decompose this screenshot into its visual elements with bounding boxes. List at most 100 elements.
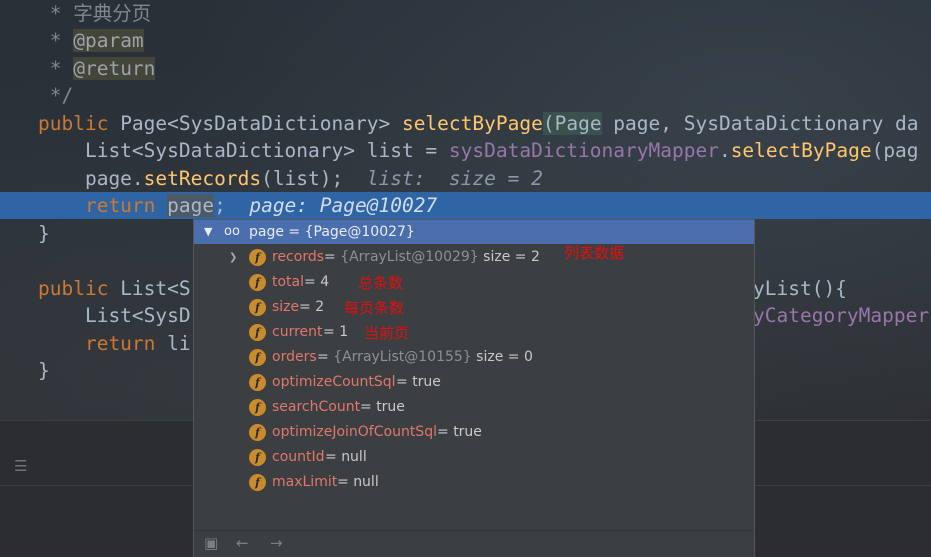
code-line: public Page<SysDataDictionary> selectByP… bbox=[0, 110, 931, 137]
code-text: li bbox=[167, 332, 191, 355]
value-text: 2 bbox=[315, 299, 325, 315]
field-row-maxLimit[interactable]: f maxLimit = null bbox=[194, 470, 754, 495]
equals-sign: = bbox=[325, 449, 342, 465]
format-icon[interactable]: ☰ bbox=[14, 457, 27, 475]
code-line: List<SysDataDictionary> list = sysDataDi… bbox=[0, 137, 931, 164]
method-signature: public Page<SysDataDictionary> selectByP… bbox=[38, 110, 919, 137]
comment-end: */ bbox=[38, 84, 74, 107]
popup-toolbar: ▣ ← → bbox=[194, 530, 754, 557]
field-ref: sysDataDictionaryMapper bbox=[448, 139, 719, 162]
code-text: page. bbox=[38, 167, 144, 190]
field-row-records[interactable]: ❯ f records = {ArrayList@10029} size = 2 bbox=[194, 245, 754, 270]
field-icon: f bbox=[249, 274, 266, 291]
field-icon: f bbox=[249, 374, 266, 391]
chevron-right-icon[interactable]: ❯ bbox=[229, 245, 237, 270]
closing-brace: } bbox=[38, 222, 50, 245]
value-text: null bbox=[341, 449, 367, 465]
field-name: orders bbox=[272, 349, 317, 365]
field-row-countId[interactable]: f countId = null bbox=[194, 445, 754, 470]
field-row-total[interactable]: f total = 4 bbox=[194, 270, 754, 295]
code-line: * 字典分页 bbox=[0, 0, 931, 27]
equals-sign: = bbox=[360, 399, 377, 415]
param-type: Page bbox=[554, 112, 602, 135]
field-name: optimizeCountSql bbox=[272, 374, 396, 390]
field-name: total bbox=[272, 274, 305, 290]
comment-prefix: * bbox=[38, 29, 74, 52]
field-icon: f bbox=[249, 449, 266, 466]
chevron-down-icon[interactable]: ▼ bbox=[204, 220, 212, 244]
code-line: * @return bbox=[0, 55, 931, 82]
annotation-current: 当前页 bbox=[364, 324, 410, 342]
closing-brace: } bbox=[38, 359, 50, 382]
field-name: countId bbox=[272, 449, 325, 465]
params: page, SysDataDictionary da bbox=[601, 112, 919, 135]
field-value: = true bbox=[396, 370, 441, 395]
code-text: yList(){ bbox=[753, 277, 847, 300]
field-value: = null bbox=[337, 470, 379, 495]
forward-arrow-icon[interactable]: → bbox=[270, 534, 283, 552]
equals-sign: = bbox=[324, 249, 341, 265]
method-call: selectByPage bbox=[730, 139, 872, 162]
field-value: = {ArrayList@10155} size = 0 bbox=[317, 345, 533, 370]
equals-sign: = bbox=[304, 274, 321, 290]
field-name: records bbox=[272, 249, 325, 265]
field-icon: f bbox=[249, 399, 266, 416]
method-call: setRecords bbox=[143, 167, 262, 190]
method-signature: public List<S bbox=[38, 275, 191, 302]
field-value: = 1 bbox=[323, 320, 348, 345]
field-value: = 2 bbox=[299, 295, 324, 320]
field-ref: yCategoryMapper. bbox=[753, 304, 931, 327]
field-row-searchCount[interactable]: f searchCount = true bbox=[194, 395, 754, 420]
equals-sign: = bbox=[299, 299, 316, 315]
equals-sign: = bbox=[437, 424, 454, 440]
return-type: Page<SysDataDictionary> bbox=[120, 112, 402, 135]
field-row-size[interactable]: f size = 2 bbox=[194, 295, 754, 320]
field-icon: f bbox=[249, 249, 266, 266]
code-line: * @param bbox=[0, 27, 931, 54]
code-line: */ bbox=[0, 82, 931, 109]
popup-header[interactable]: ▼ oo page = {Page@10027} bbox=[194, 220, 754, 244]
code-text: (list); bbox=[261, 167, 344, 190]
watch-glasses-icon: oo bbox=[224, 224, 240, 239]
inline-debug-hint: page: Page@10027 bbox=[225, 194, 438, 217]
code-line: page.setRecords(list); list: size = 2 bbox=[0, 165, 931, 192]
inline-debug-hint: list: size = 2 bbox=[343, 167, 543, 190]
value-text: 1 bbox=[339, 324, 349, 340]
paren: ( bbox=[542, 112, 555, 135]
hovered-variable[interactable]: page bbox=[167, 194, 215, 217]
field-row-optimizeJoinOfCountSql[interactable]: f optimizeJoinOfCountSql = true bbox=[194, 420, 754, 445]
code-text: ; bbox=[214, 194, 226, 217]
statement: return page; page: Page@10027 bbox=[38, 192, 437, 219]
field-row-optimizeCountSql[interactable]: f optimizeCountSql = true bbox=[194, 370, 754, 395]
code-text: . bbox=[718, 139, 731, 162]
field-row-current[interactable]: f current = 1 bbox=[194, 320, 754, 345]
equals-sign: = bbox=[337, 474, 354, 490]
value-text: true bbox=[453, 424, 482, 440]
field-icon: f bbox=[249, 299, 266, 316]
equals-sign: = bbox=[317, 349, 334, 365]
statement: return li bbox=[38, 330, 191, 357]
value-text: null bbox=[353, 474, 379, 490]
statement: page.setRecords(list); list: size = 2 bbox=[38, 165, 543, 192]
field-row-orders[interactable]: f orders = {ArrayList@10155} size = 0 bbox=[194, 345, 754, 370]
method-name: selectByPage bbox=[401, 112, 543, 135]
equals-sign: = bbox=[323, 324, 340, 340]
debug-value-popup[interactable]: ▼ oo page = {Page@10027} ❯ f records = {Ar… bbox=[193, 219, 755, 557]
annotation-total: 总条数 bbox=[358, 274, 404, 292]
field-name: size bbox=[272, 299, 300, 315]
keyword: return bbox=[38, 194, 168, 217]
code-text: (pag bbox=[871, 139, 919, 162]
value-text: size = 0 bbox=[471, 349, 533, 365]
field-name: optimizeJoinOfCountSql bbox=[272, 424, 437, 440]
statement: List<SysDataDictionary> list = sysDataDi… bbox=[38, 137, 919, 164]
field-name: current bbox=[272, 324, 323, 340]
comment-text: * 字典分页 bbox=[38, 2, 152, 25]
annotation-size: 每页条数 bbox=[344, 299, 405, 317]
field-value: = {ArrayList@10029} size = 2 bbox=[324, 245, 540, 270]
javadoc-tag: @param bbox=[73, 29, 144, 52]
pin-icon[interactable]: ▣ bbox=[204, 534, 218, 552]
field-icon: f bbox=[249, 474, 266, 491]
value-text: size = 2 bbox=[478, 249, 540, 265]
back-arrow-icon[interactable]: ← bbox=[236, 534, 249, 552]
field-value: = true bbox=[437, 420, 482, 445]
